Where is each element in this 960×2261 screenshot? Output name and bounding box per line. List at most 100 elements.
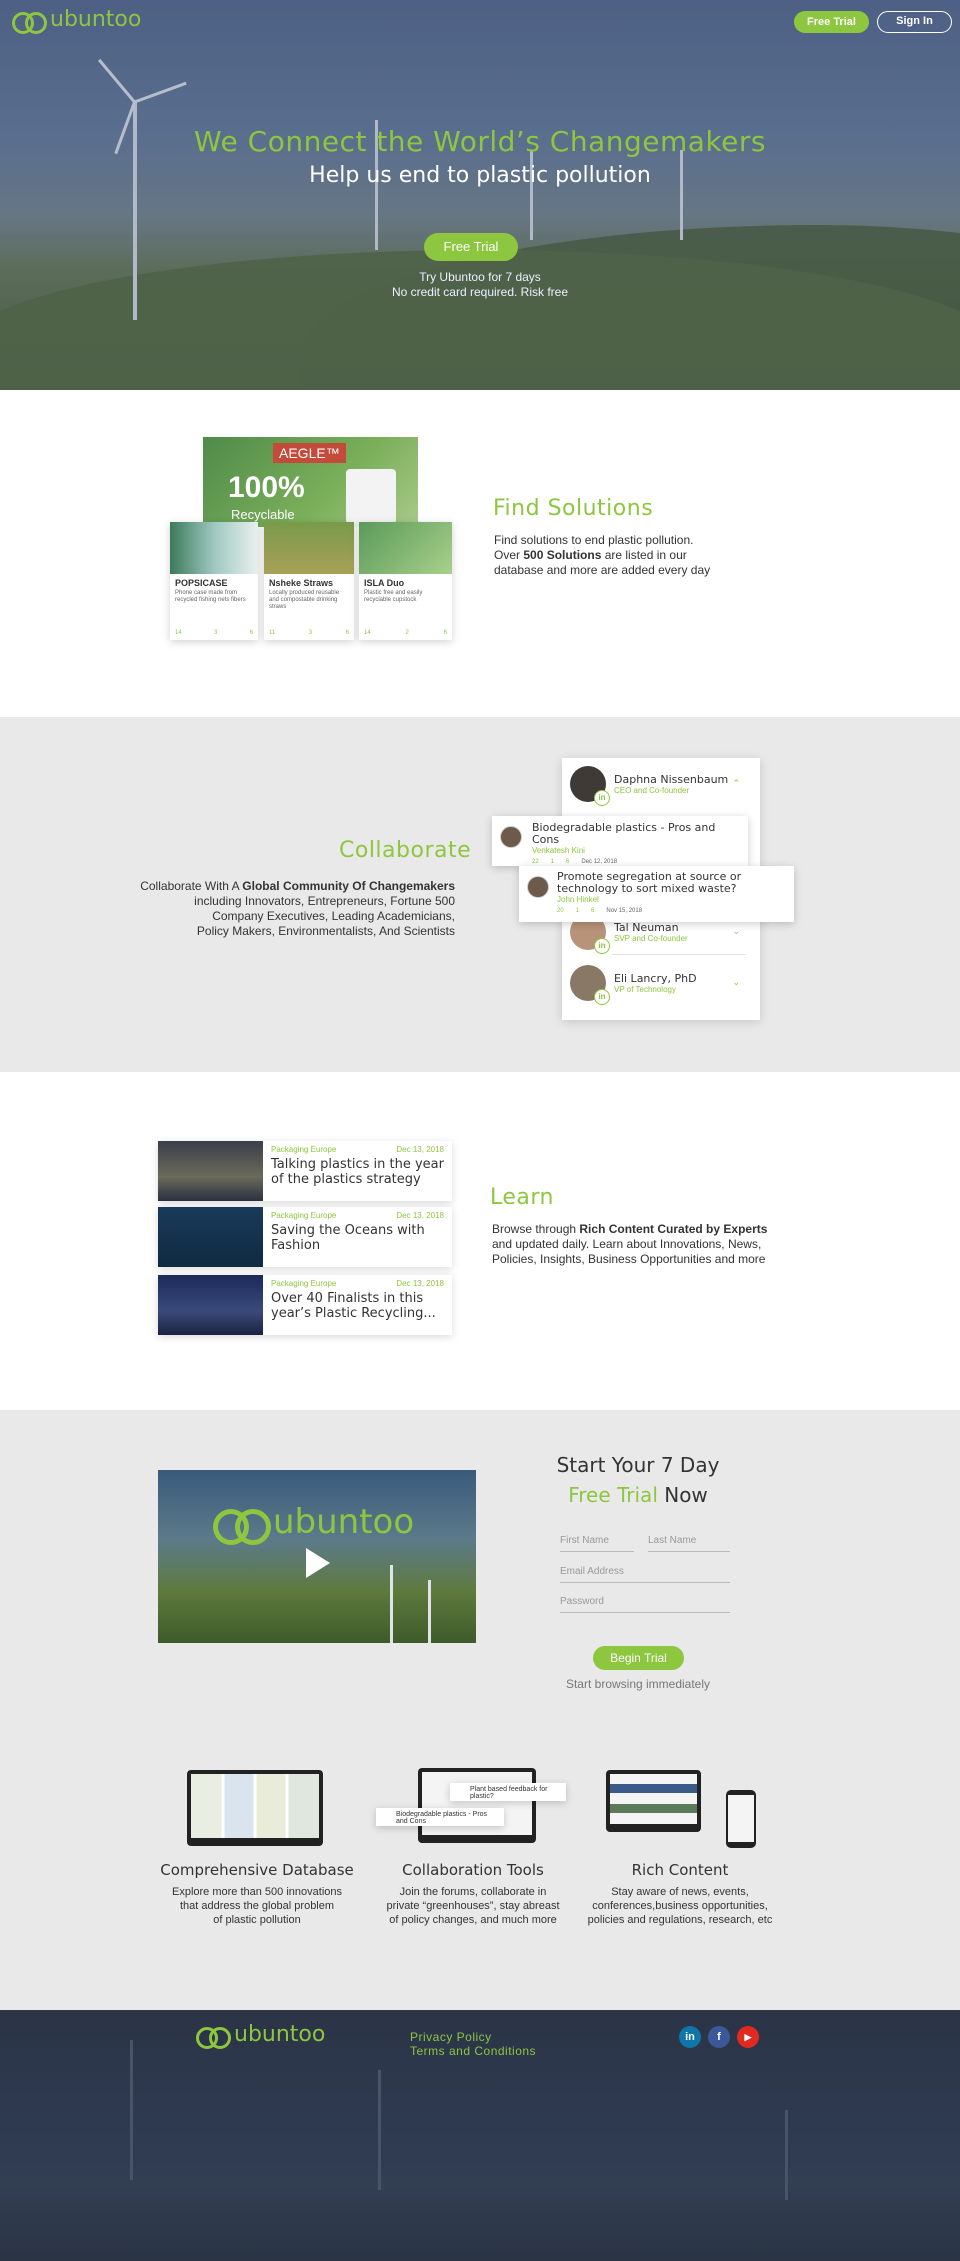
facebook-icon[interactable]: f — [708, 2026, 730, 2048]
privacy-policy-link[interactable]: Privacy Policy — [410, 2030, 492, 2044]
solution-card-image — [264, 522, 354, 574]
first-name-field[interactable]: First Name — [560, 1535, 634, 1552]
feature-title: Collaboration Tools — [402, 1861, 544, 1879]
forum-post[interactable]: Biodegradable plastics - Pros and Cons V… — [492, 816, 748, 866]
news-meta: Packaging Europe Dec 13, 2018 — [271, 1211, 444, 1220]
solution-banner-image: AEGLE™ 100% Recyclable — [203, 437, 418, 527]
shares-count: 3 — [214, 630, 218, 636]
chevron-down-icon[interactable]: ⌄ — [732, 926, 740, 937]
news-thumbnail — [158, 1275, 263, 1335]
member-profile[interactable]: in Eli Lancry, PhD VP of Technology — [570, 965, 697, 1005]
nav-sign-in-button[interactable]: Sign In — [877, 11, 952, 33]
member-role: SVP and Co-founder — [614, 934, 688, 943]
likes-count: 6 — [249, 630, 253, 636]
feature-desc: Join the forums, collaborate in private “… — [386, 1886, 560, 1926]
solution-card-stats: 14 2 6 — [364, 630, 447, 636]
promo-video[interactable]: ubuntoo — [158, 1470, 476, 1643]
hero-title: We Connect the World’s Changemakers — [193, 125, 766, 158]
likes-count: 6 — [345, 630, 349, 636]
solution-card-title: ISLA Duo — [364, 578, 405, 588]
solution-card[interactable]: ISLA Duo Plastic free and easily recycla… — [359, 522, 452, 640]
wind-turbine — [130, 2040, 133, 2180]
nav-free-trial-button[interactable]: Free Trial — [794, 11, 869, 33]
learn-line1: Browse through Rich Content Curated by E… — [492, 1222, 768, 1236]
youtube-icon[interactable]: ▶ — [737, 2026, 759, 2048]
news-title: Talking plastics in the year of the plas… — [271, 1157, 444, 1187]
news-date: Dec 13, 2018 — [396, 1145, 444, 1154]
solutions-section — [0, 390, 960, 717]
post-meta: 22 1 6 Dec 12, 2018 — [532, 859, 740, 865]
collaborate-line3: Company Executives, Leading Academicians… — [212, 909, 455, 923]
logo-icon — [213, 1509, 271, 1545]
hero-section: ubuntoo Free Trial Sign In We Connect th… — [0, 0, 960, 390]
solutions-text: Find solutions to end plastic pollution.… — [494, 533, 710, 578]
member-role: CEO and Co-founder — [614, 786, 690, 795]
member-name: Daphna Nissenbaum — [614, 773, 729, 786]
solution-card-title: POPSICASE — [175, 578, 228, 588]
forum-post[interactable]: Promote segregation at source or technol… — [519, 866, 794, 922]
top-nav: ubuntoo Free Trial Sign In — [0, 0, 960, 44]
news-source: Packaging Europe — [271, 1279, 337, 1288]
feature-desc: Explore more than 500 innovations that ad… — [172, 1886, 342, 1926]
wind-turbine — [390, 1565, 393, 1643]
learn-title: Learn — [490, 1185, 554, 1210]
avatar: in — [570, 965, 610, 1005]
chevron-up-icon[interactable]: ⌃ — [732, 778, 740, 789]
logo-text: ubuntoo — [234, 2022, 326, 2047]
terms-link[interactable]: Terms and Conditions — [410, 2044, 536, 2058]
post-title: Biodegradable plastics - Pros and Cons — [532, 821, 716, 846]
comments-count: 11 — [269, 630, 276, 636]
linkedin-icon[interactable]: in — [679, 2026, 701, 2048]
member-role: VP of Technology — [614, 985, 676, 994]
feature-title: Comprehensive Database — [160, 1861, 354, 1879]
solution-card[interactable]: POPSICASE Phone case made from recycled … — [170, 522, 258, 640]
feature-collaboration: Collaboration Tools Join the forums, col… — [373, 1861, 573, 1927]
post-author: Venkatesh Kini — [532, 846, 585, 855]
news-item[interactable]: Packaging Europe Dec 13, 2018 Saving the … — [158, 1207, 452, 1267]
news-item[interactable]: Packaging Europe Dec 13, 2018 Talking pla… — [158, 1141, 452, 1201]
chevron-down-icon[interactable]: ⌄ — [732, 977, 740, 988]
hero-free-trial-button[interactable]: Free Trial — [424, 233, 518, 261]
learn-section — [0, 1072, 960, 1410]
learn-line2: and updated daily. Learn about Innovatio… — [492, 1237, 762, 1251]
feature-database: Comprehensive Database Explore more than… — [157, 1861, 357, 1927]
solutions-line3: database and more are added every day — [494, 563, 711, 577]
post-date: Dec 12, 2018 — [581, 859, 618, 865]
wind-turbine — [378, 2070, 381, 2190]
solution-card-stats: 14 3 6 — [175, 630, 253, 636]
solutions-title: Find Solutions — [493, 496, 654, 521]
collaborate-line4: Policy Makers, Environmentalists, And Sc… — [196, 924, 455, 938]
hero-note: Try Ubuntoo for 7 days No credit card re… — [0, 270, 960, 300]
last-name-field[interactable]: Last Name — [648, 1535, 730, 1552]
news-item[interactable]: Packaging Europe Dec 13, 2018 Over 40 Fin… — [158, 1275, 452, 1335]
member-profile[interactable]: in Daphna Nissenbaum CEO and Co-founder — [570, 766, 729, 806]
solution-card[interactable]: Nsheke Straws Locally produced reusable … — [264, 522, 354, 640]
post-author: John Hinkel — [557, 895, 599, 904]
begin-trial-button[interactable]: Begin Trial — [593, 1646, 684, 1670]
news-meta: Packaging Europe Dec 13, 2018 — [271, 1279, 444, 1288]
email-field[interactable]: Email Address — [560, 1566, 730, 1583]
footer-logo[interactable]: ubuntoo — [196, 2022, 326, 2049]
hero-subtitle: Help us end to plastic pollution — [309, 163, 651, 188]
comments-count: 14 — [175, 630, 182, 636]
comments-count: 20 — [557, 908, 564, 914]
news-date: Dec 13, 2018 — [396, 1279, 444, 1288]
password-field[interactable]: Password — [560, 1596, 730, 1613]
laptop-mockup — [418, 1768, 536, 1843]
news-source: Packaging Europe — [271, 1211, 337, 1220]
video-logo-text: ubuntoo — [273, 1502, 415, 1542]
laptop-mockup — [187, 1770, 323, 1846]
news-title: Saving the Oceans with Fashion — [271, 1223, 425, 1253]
views-count: 6 — [591, 908, 595, 914]
news-meta: Packaging Europe Dec 13, 2018 — [271, 1145, 444, 1154]
brand-logo[interactable]: ubuntoo — [12, 7, 142, 34]
wind-turbine — [785, 2110, 788, 2200]
logo-text: ubuntoo — [50, 7, 142, 32]
phone-mockup — [726, 1790, 756, 1848]
play-icon[interactable] — [306, 1548, 330, 1578]
linkedin-icon: in — [594, 938, 610, 954]
learn-text: Browse through Rich Content Curated by E… — [492, 1222, 767, 1267]
shares-count: 3 — [308, 630, 313, 636]
linkedin-icon: in — [594, 790, 610, 806]
feature-desc: Stay aware of news, events, conferences,b… — [587, 1886, 773, 1926]
